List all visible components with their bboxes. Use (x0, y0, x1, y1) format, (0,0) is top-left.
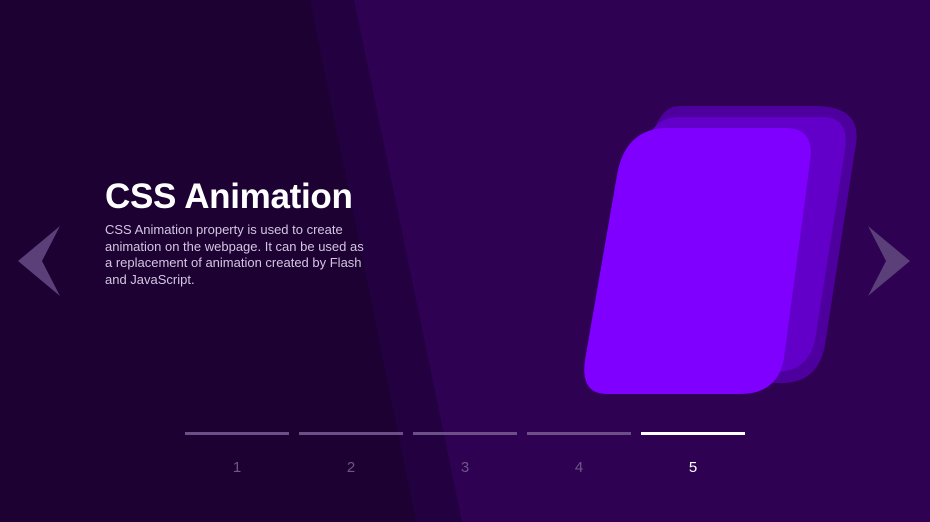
pagination-label: 4 (574, 459, 584, 476)
stacked-cards-illustration (584, 106, 857, 394)
pagination-item-2[interactable]: 2 (299, 432, 403, 477)
next-slide-button[interactable] (866, 226, 912, 296)
pagination-item-3[interactable]: 3 (413, 432, 517, 477)
pagination-item-1[interactable]: 1 (185, 432, 289, 477)
slide-content: CSS Animation CSS Animation property is … (105, 176, 375, 288)
card-front (584, 128, 811, 394)
slide-pagination: 1 2 3 4 5 (185, 432, 745, 477)
pagination-label: 1 (232, 459, 242, 476)
prev-slide-button[interactable] (16, 226, 62, 296)
chevron-right-icon (868, 226, 910, 296)
pagination-item-5[interactable]: 5 (641, 432, 745, 477)
pagination-bar (527, 432, 631, 435)
pagination-bar (641, 432, 745, 435)
pagination-bar (299, 432, 403, 435)
slide-title: CSS Animation (105, 177, 353, 216)
pagination-label: 5 (688, 459, 698, 476)
chevron-left-icon (18, 226, 60, 296)
pagination-item-4[interactable]: 4 (527, 432, 631, 477)
pagination-bar (413, 432, 517, 435)
pagination-bar (185, 432, 289, 435)
pagination-label: 2 (346, 459, 356, 476)
slider: CSS Animation CSS Animation property is … (0, 0, 930, 522)
slide-description: CSS Animation property is used to create… (105, 222, 364, 287)
pagination-label: 3 (460, 459, 470, 476)
